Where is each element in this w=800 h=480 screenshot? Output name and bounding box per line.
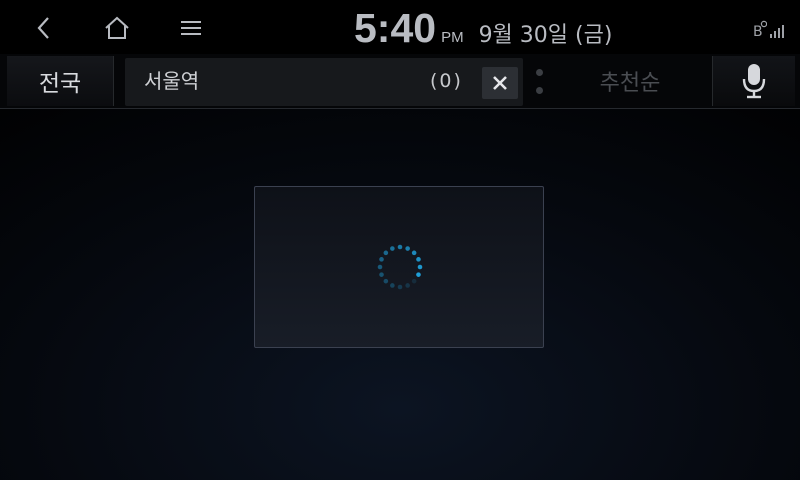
status-bar: 5:40 PM 9월 30일 (금) B	[0, 0, 800, 54]
loading-dialog	[254, 186, 544, 348]
spinner-dot	[416, 257, 421, 262]
region-button[interactable]: 전국	[7, 56, 114, 106]
search-toolbar: 전국 서울역 (0) 추천순	[0, 54, 800, 109]
loading-spinner-icon	[377, 244, 423, 290]
spinner-dot	[411, 250, 417, 256]
bluetooth-phone-icon: B	[753, 20, 767, 38]
back-button[interactable]	[24, 10, 64, 46]
spinner-dot	[411, 278, 417, 284]
spinner-dot	[397, 244, 403, 250]
svg-text:B: B	[753, 24, 763, 38]
spinner-dot	[417, 264, 423, 270]
hamburger-menu-icon	[181, 21, 201, 35]
spinner-dot	[390, 246, 395, 251]
handle-dot	[536, 69, 543, 76]
signal-strength-icon	[770, 25, 784, 38]
sort-handle	[536, 69, 546, 97]
search-query-text: 서울역	[144, 69, 200, 93]
clock-ampm: PM	[441, 29, 464, 46]
navigation-screen: 5:40 PM 9월 30일 (금) B 전국 서울역 (0) 추천순	[0, 0, 800, 480]
spinner-dot	[379, 257, 384, 262]
voice-search-button[interactable]	[712, 56, 795, 106]
spinner-dot	[416, 272, 421, 277]
close-icon	[493, 76, 507, 90]
spinner-dot	[405, 283, 410, 288]
chevron-left-icon	[37, 17, 49, 39]
clock-date: 9월 30일 (금)	[478, 23, 613, 48]
spinner-dot	[379, 272, 384, 277]
spinner-dot	[383, 250, 389, 256]
spinner-dot	[377, 264, 383, 270]
search-input[interactable]: 서울역 (0)	[125, 58, 523, 106]
spinner-dot	[397, 284, 403, 290]
home-icon	[105, 16, 129, 39]
result-count: (0)	[430, 70, 463, 92]
sort-button[interactable]: 추천순	[555, 56, 705, 106]
spinner-dot	[390, 283, 395, 288]
spinner-dot	[383, 278, 389, 284]
clock: 5:40 PM 9월 30일 (금)	[354, 6, 612, 50]
clock-time: 5:40	[354, 5, 437, 51]
status-indicators: B	[753, 16, 786, 38]
handle-dot	[536, 87, 543, 94]
menu-button[interactable]	[171, 10, 211, 46]
clear-search-button[interactable]	[482, 67, 518, 99]
microphone-icon	[742, 64, 766, 99]
spinner-dot	[405, 246, 410, 251]
home-button[interactable]	[97, 10, 137, 46]
